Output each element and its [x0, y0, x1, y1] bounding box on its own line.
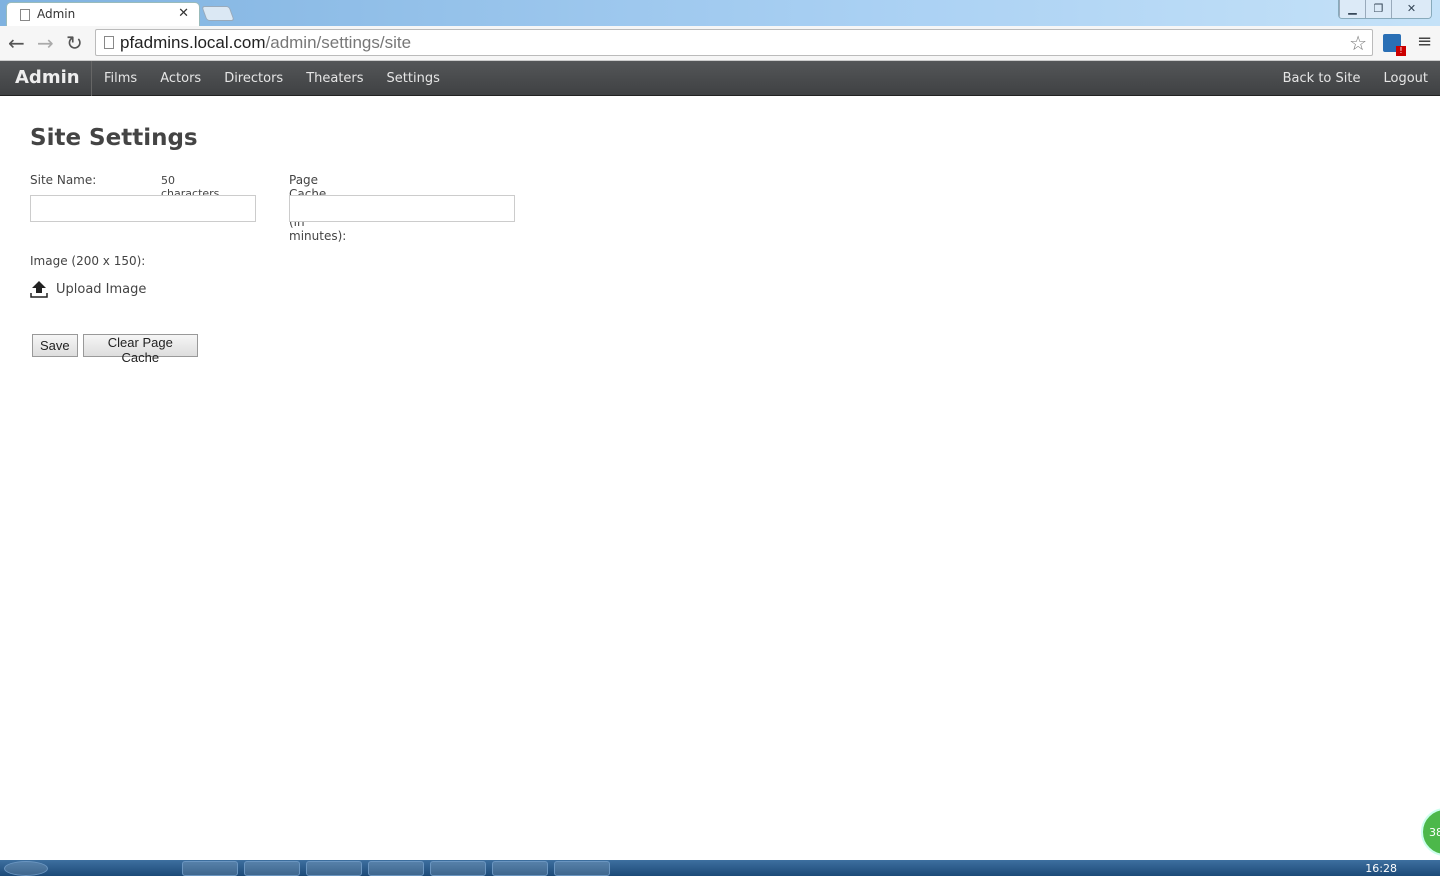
- address-bar[interactable]: pfadmins.local.com/admin/settings/site ☆: [95, 29, 1373, 56]
- window-titlebar: Admin ✕ ▁ ❐ ✕: [0, 0, 1440, 28]
- admin-navbar: Admin Films Actors Directors Theaters Se…: [0, 61, 1440, 96]
- save-button[interactable]: Save: [32, 334, 78, 357]
- nav-actors[interactable]: Actors: [160, 61, 201, 96]
- site-name-input[interactable]: [30, 195, 256, 222]
- tab-title: Admin: [37, 7, 76, 21]
- nav-films[interactable]: Films: [104, 61, 137, 96]
- url-path: /admin/settings/site: [265, 33, 412, 52]
- notification-badge[interactable]: 38: [1421, 808, 1440, 856]
- site-name-label: Site Name:: [30, 173, 97, 187]
- start-button[interactable]: [4, 861, 48, 876]
- taskbar-app[interactable]: [368, 861, 424, 876]
- taskbar-app[interactable]: [554, 861, 610, 876]
- minimize-button[interactable]: ▁: [1339, 0, 1365, 18]
- taskbar-app[interactable]: [306, 861, 362, 876]
- logout-link[interactable]: Logout: [1383, 61, 1428, 96]
- menu-icon[interactable]: ≡: [1417, 31, 1432, 52]
- back-to-site-link[interactable]: Back to Site: [1283, 61, 1361, 96]
- clear-page-cache-button[interactable]: Clear Page Cache: [83, 334, 198, 365]
- forward-icon[interactable]: →: [37, 31, 54, 55]
- upload-icon: [30, 281, 48, 298]
- page-icon: [20, 9, 30, 21]
- window-controls: ▁ ❐ ✕: [1338, 0, 1432, 19]
- upload-image-button[interactable]: Upload Image: [30, 280, 146, 298]
- settings-form: Site Settings Site Name: 50 characters l…: [30, 120, 515, 365]
- taskbar-app[interactable]: [492, 861, 548, 876]
- url-host: pfadmins.local.com: [120, 33, 266, 52]
- new-tab-button[interactable]: [201, 6, 235, 21]
- page-title: Site Settings: [30, 125, 198, 151]
- upload-label: Upload Image: [56, 281, 147, 297]
- close-window-button[interactable]: ✕: [1391, 0, 1431, 18]
- taskbar-app[interactable]: [244, 861, 300, 876]
- nav-settings[interactable]: Settings: [387, 61, 440, 96]
- clock[interactable]: 16:28: [1365, 862, 1397, 875]
- nav-theaters[interactable]: Theaters: [306, 61, 363, 96]
- back-icon[interactable]: ←: [8, 31, 25, 55]
- taskbar-app[interactable]: [430, 861, 486, 876]
- page-icon: [104, 36, 114, 49]
- image-label: Image (200 x 150):: [30, 254, 146, 268]
- browser-tab[interactable]: Admin ✕: [6, 2, 200, 28]
- close-tab-icon[interactable]: ✕: [178, 6, 189, 21]
- cache-lifetime-input[interactable]: [289, 195, 515, 222]
- brand[interactable]: Admin: [0, 61, 92, 96]
- taskbar: 16:28: [0, 860, 1440, 876]
- browser-toolbar: ← → ↻ pfadmins.local.com/admin/settings/…: [0, 26, 1440, 61]
- extension-icon[interactable]: [1383, 34, 1406, 56]
- reload-icon[interactable]: ↻: [66, 31, 83, 55]
- restore-button[interactable]: ❐: [1365, 0, 1391, 18]
- nav-directors[interactable]: Directors: [224, 61, 283, 96]
- taskbar-app[interactable]: [182, 861, 238, 876]
- bookmark-star-icon[interactable]: ☆: [1349, 31, 1367, 56]
